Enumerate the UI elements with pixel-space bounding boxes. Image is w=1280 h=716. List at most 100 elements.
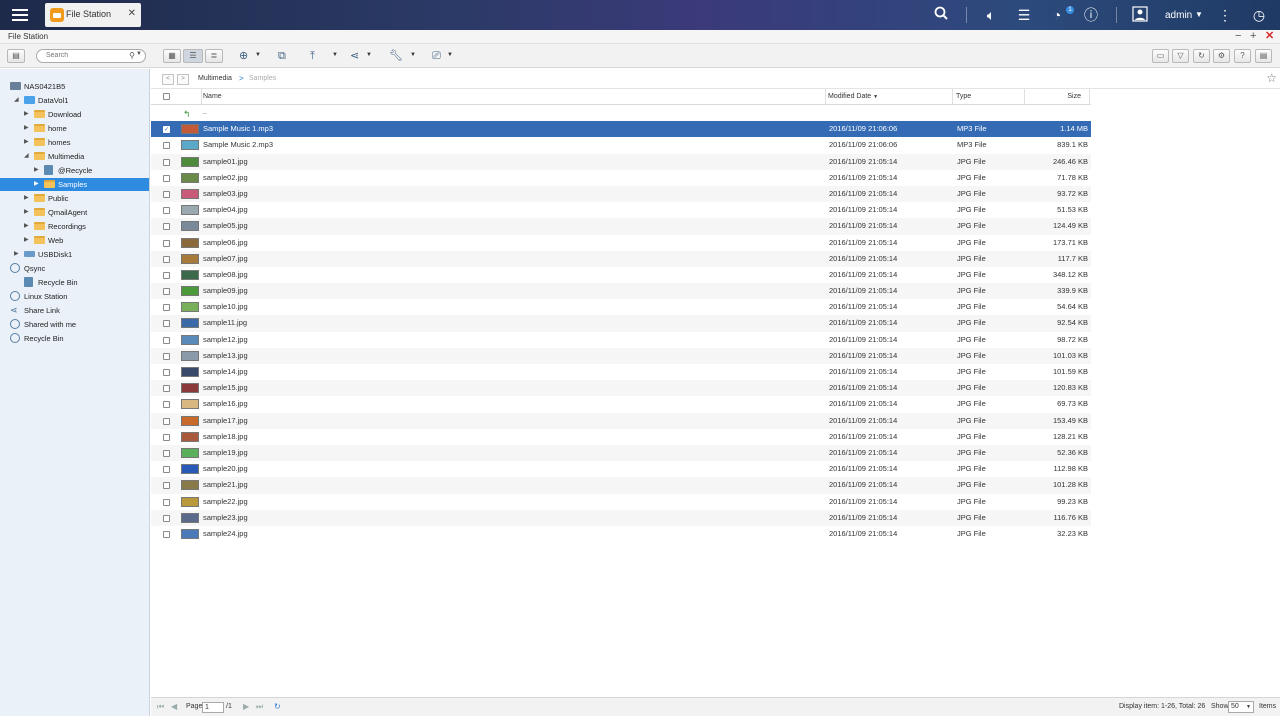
prev-page-icon[interactable]: ◀ <box>171 702 177 711</box>
close-window-icon[interactable]: ✕ <box>1265 30 1274 43</box>
row-checkbox[interactable] <box>163 482 170 490</box>
file-row[interactable]: sample13.jpg 2016/11/09 21:05:14 JPG File 1… <box>151 347 1091 364</box>
collapse-arrow-icon[interactable]: ◢ <box>24 150 29 163</box>
refresh-icon[interactable]: ↻ <box>1193 49 1210 63</box>
column-size[interactable]: Size <box>1067 93 1081 100</box>
close-icon[interactable]: ✕ <box>128 8 136 19</box>
row-checkbox[interactable] <box>163 466 170 474</box>
file-row[interactable]: sample06.jpg 2016/11/09 21:05:14 JPG File 1… <box>151 235 1091 251</box>
file-row[interactable]: sample07.jpg 2016/11/09 21:05:14 JPG File 1… <box>151 250 1091 267</box>
file-row[interactable]: sample17.jpg 2016/11/09 21:05:14 JPG File 1… <box>151 412 1091 429</box>
breadcrumb-parent[interactable]: Multimedia <box>198 75 232 82</box>
minimize-icon[interactable]: − <box>1235 30 1241 43</box>
star-icon[interactable]: ☆ <box>1266 71 1277 85</box>
expand-arrow-icon[interactable]: ▶ <box>34 164 39 177</box>
collapse-arrow-icon[interactable]: ◢ <box>14 94 19 107</box>
settings-icon[interactable]: ⚙ <box>1213 49 1230 63</box>
row-checkbox[interactable] <box>163 514 170 522</box>
share-icon[interactable]: ⋖ <box>350 50 359 62</box>
file-row[interactable]: sample04.jpg 2016/11/09 21:05:14 JPG File 5… <box>151 202 1091 218</box>
file-row[interactable]: sample22.jpg 2016/11/09 21:05:14 JPG File 9… <box>151 494 1091 510</box>
forward-button[interactable]: > <box>177 74 189 85</box>
file-row[interactable]: sample11.jpg 2016/11/09 21:05:14 JPG File 9… <box>151 315 1091 332</box>
expand-arrow-icon[interactable]: ▶ <box>34 178 39 191</box>
row-checkbox[interactable] <box>163 288 170 296</box>
row-checkbox[interactable] <box>163 401 170 409</box>
search-icon[interactable] <box>932 6 950 24</box>
remote-mount-dropdown-icon[interactable]: ▼ <box>447 52 453 58</box>
list-view-button[interactable]: ☰ <box>183 49 203 63</box>
file-row[interactable]: sample20.jpg 2016/11/09 21:05:14 JPG File 1… <box>151 461 1091 477</box>
expand-arrow-icon[interactable]: ▶ <box>14 248 19 261</box>
row-checkbox[interactable] <box>163 498 170 506</box>
expand-arrow-icon[interactable]: ▶ <box>24 192 29 205</box>
search-input[interactable] <box>46 52 126 59</box>
file-row[interactable]: sample01.jpg 2016/11/09 21:05:14 JPG File 2… <box>151 153 1091 170</box>
expand-arrow-icon[interactable]: ▶ <box>24 108 29 121</box>
file-row[interactable]: sample08.jpg 2016/11/09 21:05:14 JPG File 3… <box>151 267 1091 283</box>
file-row[interactable]: sample24.jpg 2016/11/09 21:05:14 JPG File 3… <box>151 526 1091 542</box>
file-row[interactable]: Sample Music 2.mp3 2016/11/09 21:06:06 MP3… <box>151 137 1091 153</box>
filter-icon[interactable]: ▽ <box>1172 49 1189 63</box>
row-checkbox[interactable] <box>163 417 170 425</box>
first-page-icon[interactable]: ⏮ <box>157 702 164 712</box>
user-icon[interactable] <box>1131 6 1149 24</box>
expand-arrow-icon[interactable]: ▶ <box>24 220 29 233</box>
main-menu-icon[interactable] <box>12 6 28 22</box>
share-dropdown-icon[interactable]: ▼ <box>366 52 372 58</box>
row-checkbox[interactable] <box>163 158 170 166</box>
file-row[interactable]: sample09.jpg 2016/11/09 21:05:14 JPG File 3… <box>151 283 1091 300</box>
create-icon[interactable]: ⊕ <box>239 50 248 62</box>
parent-folder-row[interactable]: ↰ .. <box>151 105 1091 121</box>
dashboard-icon[interactable]: ◷ <box>1250 6 1268 24</box>
help-icon[interactable]: ? <box>1234 49 1251 63</box>
user-name[interactable]: admin <box>1165 10 1192 21</box>
remote-mount-icon[interactable]: ⎚ <box>432 50 441 62</box>
row-checkbox[interactable] <box>163 122 170 138</box>
expand-arrow-icon[interactable]: ▶ <box>24 234 29 247</box>
row-checkbox[interactable] <box>163 223 170 231</box>
app-tab-file-station[interactable]: File Station ✕ <box>45 3 141 27</box>
row-checkbox[interactable] <box>163 530 170 538</box>
upload-icon[interactable]: ⤒ <box>310 50 315 62</box>
file-row[interactable]: sample16.jpg 2016/11/09 21:05:14 JPG File 6… <box>151 396 1091 412</box>
expand-arrow-icon[interactable]: ▶ <box>24 122 29 135</box>
row-checkbox[interactable] <box>163 352 170 360</box>
info-icon[interactable]: ⓘ <box>1082 6 1100 24</box>
thumbnail-view-button[interactable]: ▦ <box>163 49 181 63</box>
search-options-icon[interactable]: ▼ <box>136 51 142 57</box>
row-checkbox[interactable] <box>163 190 170 198</box>
row-checkbox[interactable] <box>163 385 170 393</box>
row-checkbox[interactable] <box>163 174 170 182</box>
more-panel-icon[interactable]: ▤ <box>1255 49 1272 63</box>
page-number-input[interactable]: 1 <box>202 702 224 713</box>
volume-icon[interactable]: 🔈︎ <box>982 6 1000 24</box>
row-checkbox[interactable] <box>163 239 170 247</box>
tools-icon[interactable]: 🔧︎ <box>389 50 403 62</box>
file-row[interactable]: Sample Music 1.mp3 2016/11/09 21:06:06 MP3… <box>151 121 1091 138</box>
file-row[interactable]: sample23.jpg 2016/11/09 21:05:14 JPG File 1… <box>151 509 1091 526</box>
create-dropdown-icon[interactable]: ▼ <box>255 52 261 58</box>
search-box[interactable]: ⚲ ▼ <box>36 49 146 63</box>
file-row[interactable]: sample10.jpg 2016/11/09 21:05:14 JPG File 5… <box>151 299 1091 315</box>
items-per-page-select[interactable]: 50 ▼ <box>1228 701 1254 713</box>
upload-dropdown-icon[interactable]: ▼ <box>332 52 338 58</box>
media-icon[interactable]: ▭ <box>1152 49 1169 63</box>
file-row[interactable]: sample14.jpg 2016/11/09 21:05:14 JPG File 1… <box>151 364 1091 380</box>
file-row[interactable]: sample18.jpg 2016/11/09 21:05:14 JPG File 1… <box>151 429 1091 445</box>
row-checkbox[interactable] <box>163 255 170 263</box>
tree-item-samples[interactable]: ▶ Samples <box>0 178 149 191</box>
background-tasks-icon[interactable]: ☰ <box>1015 6 1033 24</box>
tools-dropdown-icon[interactable]: ▼ <box>410 52 416 58</box>
maximize-icon[interactable]: + <box>1250 30 1256 43</box>
copy-icon[interactable]: ⧉ <box>278 50 286 62</box>
expand-arrow-icon[interactable]: ▶ <box>24 206 29 219</box>
file-row[interactable]: sample19.jpg 2016/11/09 21:05:14 JPG File 5… <box>151 444 1091 462</box>
detail-view-button[interactable]: ≣ <box>205 49 223 63</box>
file-row[interactable]: sample03.jpg 2016/11/09 21:05:14 JPG File 9… <box>151 185 1091 203</box>
row-checkbox[interactable] <box>163 304 170 312</box>
select-all-checkbox[interactable] <box>163 93 170 100</box>
expand-arrow-icon[interactable]: ▶ <box>24 136 29 149</box>
row-checkbox[interactable] <box>163 433 170 441</box>
row-checkbox[interactable] <box>163 207 170 215</box>
